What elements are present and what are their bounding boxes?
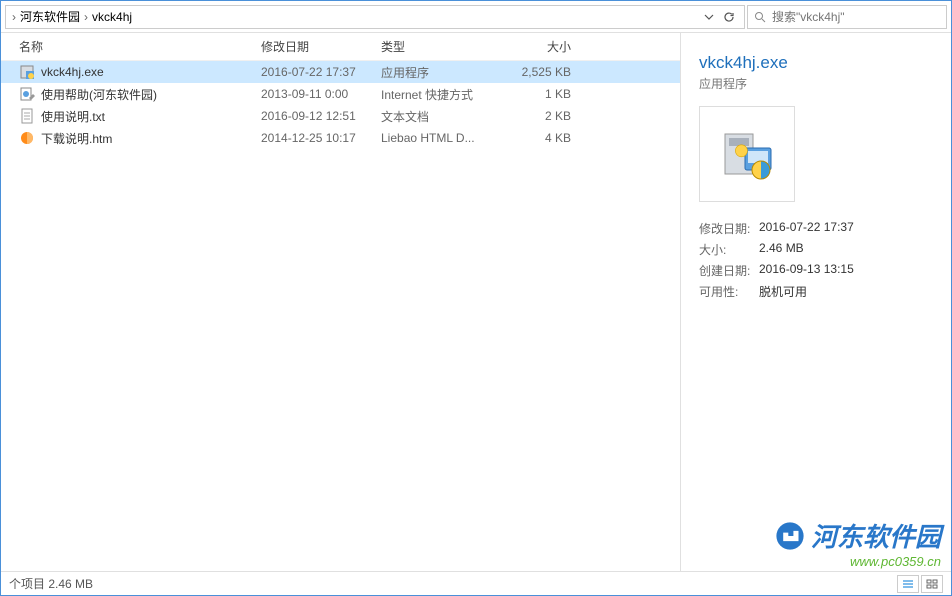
file-type: 应用程序 <box>381 64 501 81</box>
column-headers: 名称 修改日期 类型 大小 <box>1 33 680 61</box>
file-name: 使用说明.txt <box>41 108 105 125</box>
url-file-icon <box>19 86 35 102</box>
chevron-right-icon: › <box>12 10 16 24</box>
header-name[interactable]: 名称 <box>1 38 261 55</box>
meta-value: 2016-07-22 17:37 <box>759 220 854 237</box>
breadcrumb-item[interactable]: 河东软件园 <box>20 8 80 25</box>
preview-subtitle: 应用程序 <box>699 75 933 92</box>
meta-label: 大小: <box>699 241 759 258</box>
file-date: 2014-12-25 10:17 <box>261 131 381 145</box>
preview-title: vkck4hj.exe <box>699 53 933 73</box>
breadcrumb[interactable]: › 河东软件园 › vkck4hj <box>5 5 745 29</box>
breadcrumb-item[interactable]: vkck4hj <box>92 10 132 24</box>
file-row[interactable]: 下载说明.htm 2014-12-25 10:17Liebao HTML D...… <box>1 127 680 149</box>
meta-row: 修改日期:2016-07-22 17:37 <box>699 220 933 237</box>
file-date: 2016-07-22 17:37 <box>261 65 381 79</box>
dropdown-icon[interactable] <box>700 8 718 26</box>
preview-pane: vkck4hj.exe 应用程序 修改日期:2016-07-22 17:37大小… <box>681 33 951 571</box>
file-row[interactable]: vkck4hj.exe 2016-07-22 17:37应用程序2,525 KB <box>1 61 680 83</box>
preview-icon <box>699 106 795 202</box>
meta-row: 大小:2.46 MB <box>699 241 933 258</box>
meta-label: 可用性: <box>699 283 759 300</box>
meta-row: 可用性:脱机可用 <box>699 283 933 300</box>
search-field[interactable] <box>772 10 940 24</box>
status-text: 个项目 2.46 MB <box>9 575 93 592</box>
file-type: Liebao HTML D... <box>381 131 501 145</box>
file-size: 2,525 KB <box>501 65 591 79</box>
file-date: 2013-09-11 0:00 <box>261 87 381 101</box>
file-list: 名称 修改日期 类型 大小 vkck4hj.exe 2016-07-22 17:3… <box>1 33 681 571</box>
view-details-button[interactable] <box>897 575 919 593</box>
file-row[interactable]: 使用帮助(河东软件园) 2013-09-11 0:00Internet 快捷方式1… <box>1 83 680 105</box>
meta-value: 2016-09-13 13:15 <box>759 262 854 279</box>
file-row[interactable]: 使用说明.txt 2016-09-12 12:51文本文档2 KB <box>1 105 680 127</box>
file-size: 2 KB <box>501 109 591 123</box>
meta-label: 创建日期: <box>699 262 759 279</box>
file-date: 2016-09-12 12:51 <box>261 109 381 123</box>
meta-row: 创建日期:2016-09-13 13:15 <box>699 262 933 279</box>
file-name: vkck4hj.exe <box>41 65 104 79</box>
file-size: 1 KB <box>501 87 591 101</box>
file-size: 4 KB <box>501 131 591 145</box>
search-icon <box>754 11 766 23</box>
header-date[interactable]: 修改日期 <box>261 38 381 55</box>
meta-value: 2.46 MB <box>759 241 804 258</box>
view-icons-button[interactable] <box>921 575 943 593</box>
meta-value: 脱机可用 <box>759 283 807 300</box>
search-input[interactable] <box>747 5 947 29</box>
file-type: Internet 快捷方式 <box>381 86 501 103</box>
header-size[interactable]: 大小 <box>501 38 591 55</box>
htm-file-icon <box>19 130 35 146</box>
meta-label: 修改日期: <box>699 220 759 237</box>
status-bar: 个项目 2.46 MB <box>1 571 951 595</box>
address-toolbar: › 河东软件园 › vkck4hj <box>1 1 951 33</box>
refresh-icon[interactable] <box>720 8 738 26</box>
txt-file-icon <box>19 108 35 124</box>
exe-file-icon <box>19 64 35 80</box>
file-name: 下载说明.htm <box>41 130 112 147</box>
chevron-right-icon: › <box>84 10 88 24</box>
file-type: 文本文档 <box>381 108 501 125</box>
file-name: 使用帮助(河东软件园) <box>41 86 157 103</box>
header-type[interactable]: 类型 <box>381 38 501 55</box>
